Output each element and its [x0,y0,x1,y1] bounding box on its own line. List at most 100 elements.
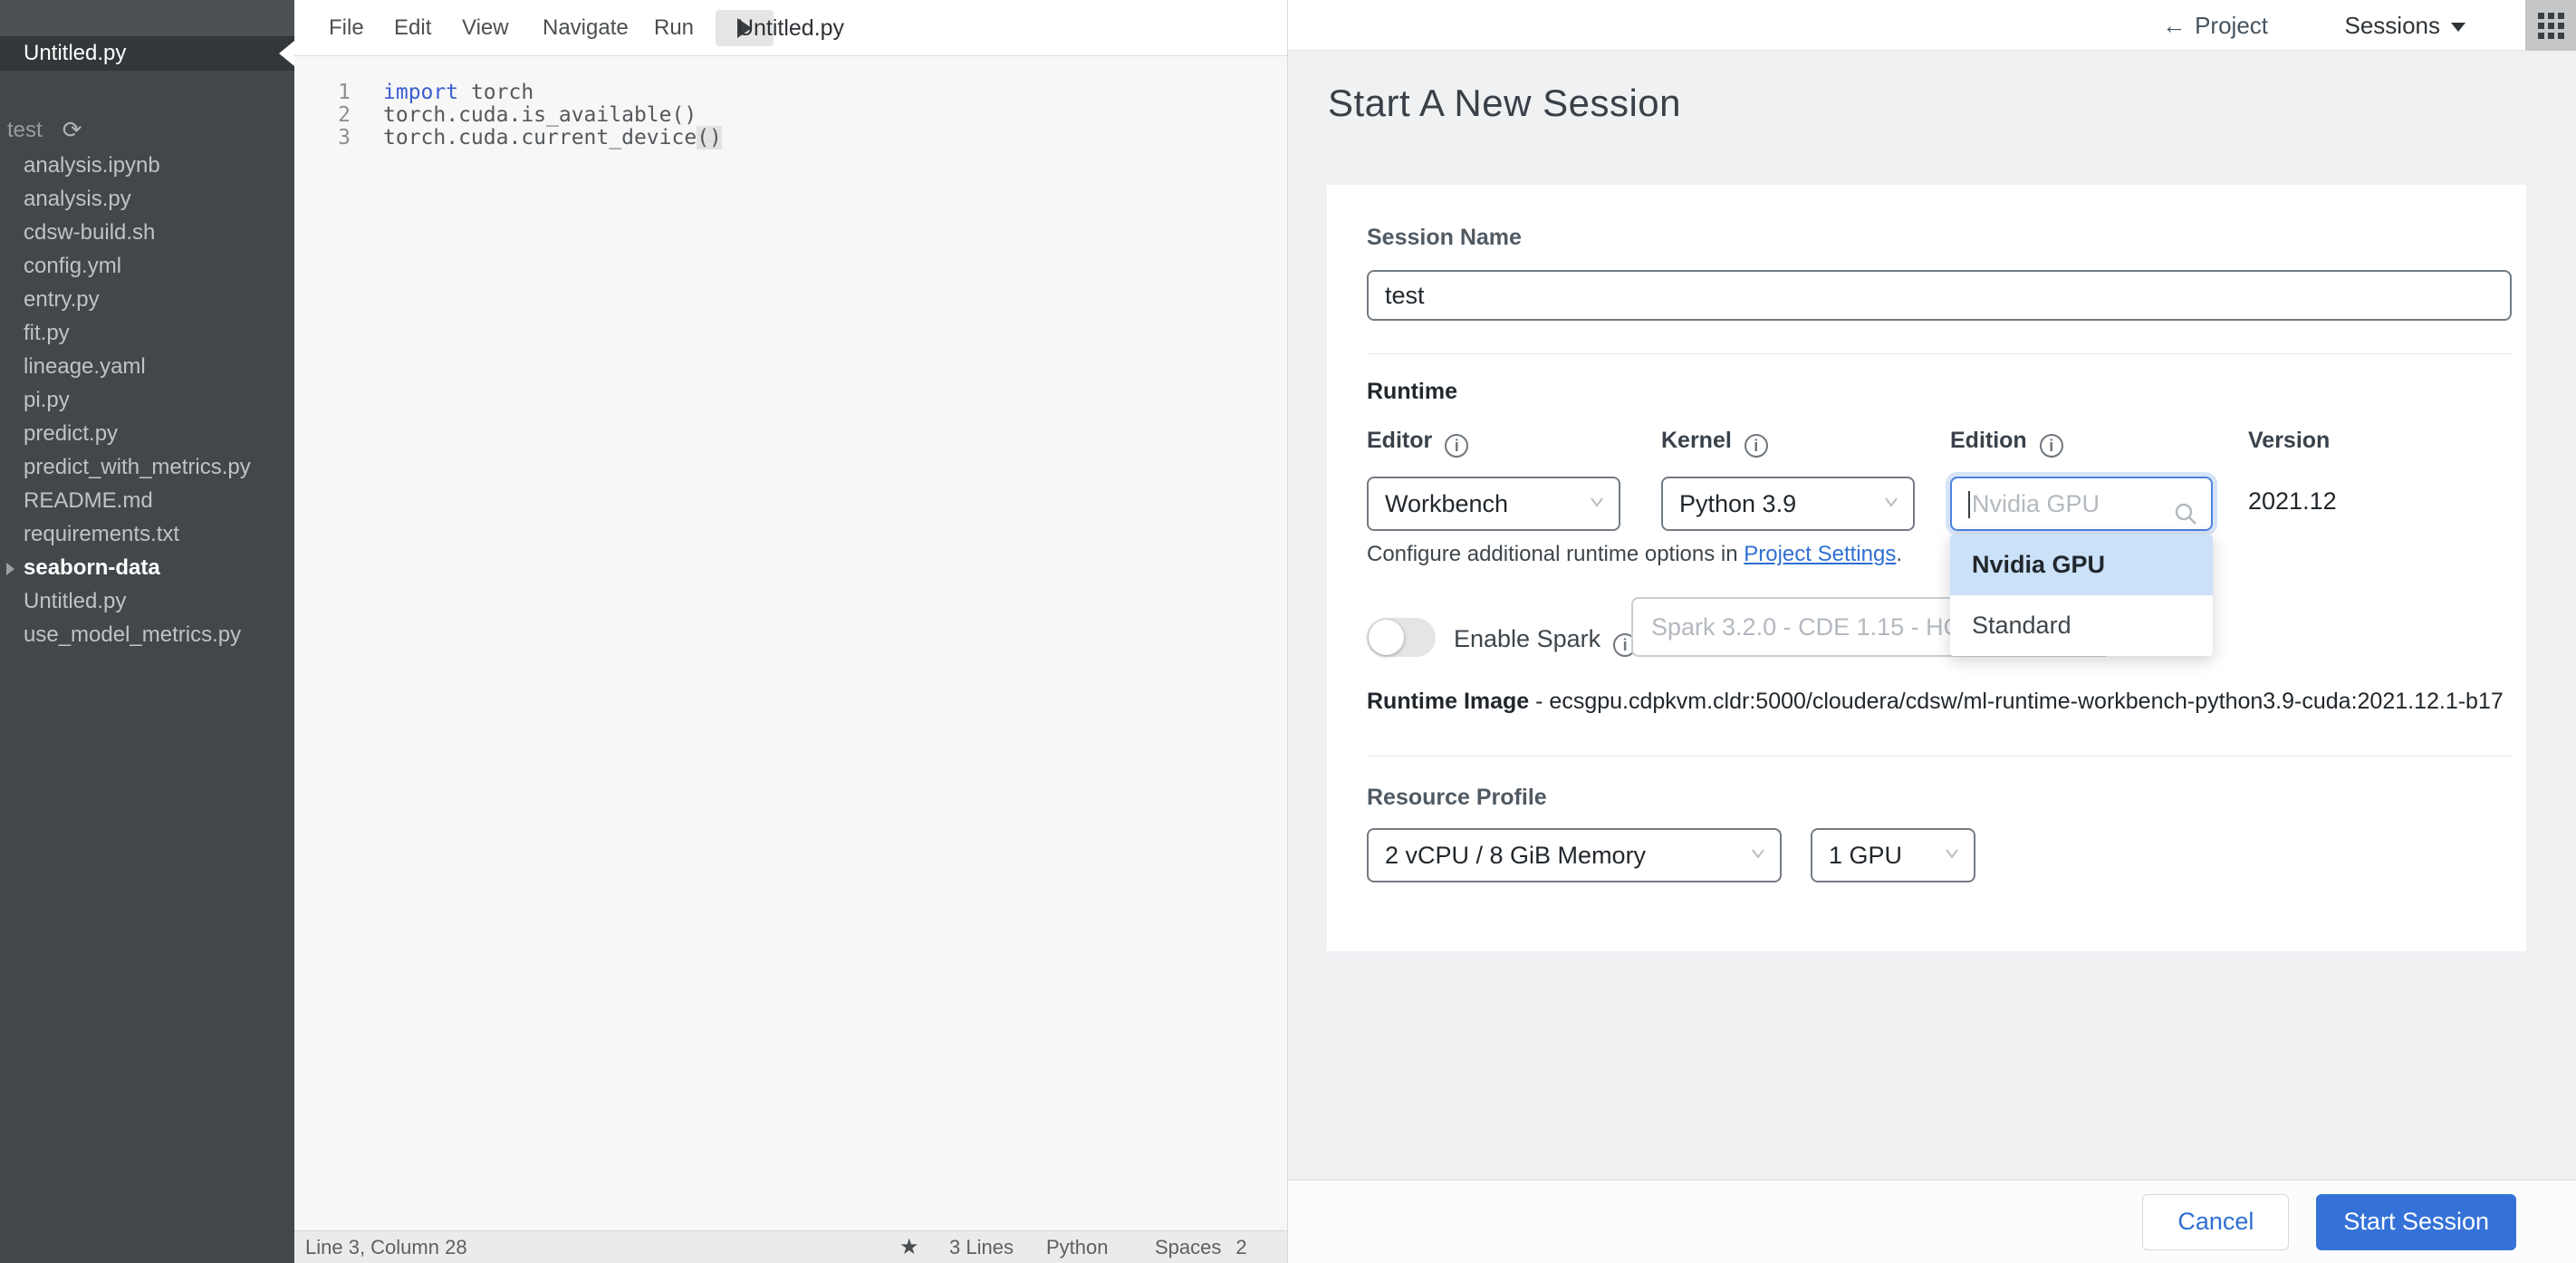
code-area[interactable]: 1 import torch 2 torch.cuda.is_available() 3… [294,56,1287,149]
open-file-tab[interactable]: Untitled.py [0,36,294,71]
refresh-icon[interactable]: ⟳ [62,116,82,144]
chevron-down-icon [1945,846,1959,861]
file-list: analysis.ipynb analysis.py cdsw-build.sh co… [0,149,294,651]
sidebar-collapse-arrow-icon[interactable] [279,41,294,66]
menu-view[interactable]: View [462,0,509,56]
menu-file[interactable]: File [329,0,364,56]
file-name: requirements.txt [24,522,180,546]
file-list-item[interactable]: lineage.yaml [0,350,294,383]
menu-navigate[interactable]: Navigate [543,0,629,56]
file-list-item[interactable]: cdsw-build.sh [0,216,294,249]
file-name: cdsw-build.sh [24,220,156,245]
editor-label: Editor i [1367,428,1469,458]
file-name: analysis.py [24,187,131,211]
info-icon[interactable]: i [1744,434,1768,458]
spaces-label: Spaces [1155,1236,1222,1258]
file-name: analysis.ipynb [24,153,160,178]
code-line[interactable]: 3 torch.cuda.current_device() [294,126,1287,149]
file-list-item[interactable]: predict.py [0,417,294,450]
divider [1367,353,2512,354]
file-list-item[interactable]: pi.py [0,383,294,417]
code-line[interactable]: 2 torch.cuda.is_available() [294,104,1287,127]
kernel-select-value: Python 3.9 [1679,490,1797,517]
menu-edit[interactable]: Edit [394,0,431,56]
runtime-section-label: Runtime [1367,379,1457,404]
editor-select-value: Workbench [1385,490,1509,517]
file-name: fit.py [24,321,70,345]
chevron-down-icon [1884,495,1898,509]
project-name: test [7,117,43,142]
session-panel: ← Project Sessions Start A New Session Se… [1287,0,2576,1263]
file-list-item[interactable]: entry.py [0,283,294,316]
file-name: pi.py [24,388,70,412]
edition-dropdown-menu: Nvidia GPU Standard [1950,535,2213,656]
session-name-input[interactable] [1367,270,2512,321]
back-arrow-icon: ← [2162,12,2187,39]
file-list-item[interactable]: config.yml [0,249,294,283]
runtime-image-line: Runtime Image - ecsgpu.cdpkvm.cldr:5000/… [1367,689,2504,715]
app-grid-button[interactable] [2525,0,2576,51]
sidebar-top-band [0,0,294,36]
cancel-button[interactable]: Cancel [2142,1193,2290,1250]
info-icon[interactable]: i [2039,434,2063,458]
file-list-item[interactable]: requirements.txt [0,517,294,551]
file-list-folder[interactable]: seaborn-data [0,551,294,584]
configure-text: Configure additional runtime options in [1367,542,1745,566]
code-token: torch.cuda.current_device [383,126,697,149]
line-number: 3 [338,126,351,149]
edition-combobox[interactable]: Nvidia GPU [1950,477,2213,531]
file-name: entry.py [24,287,100,312]
code-token: import [383,81,459,104]
runtime-image-label: Runtime Image [1367,689,1530,714]
folder-expand-arrow-icon[interactable] [6,563,14,575]
code-line[interactable]: 1 import torch [294,82,1287,104]
file-list-item[interactable]: analysis.ipynb [0,149,294,182]
line-number: 2 [338,103,351,127]
back-to-project-link[interactable]: ← Project [2162,0,2268,51]
editor-menubar: Untitled.py File Edit View Navigate Run [294,0,1287,56]
status-language[interactable]: Python [1046,1231,1109,1263]
file-list-item[interactable]: predict_with_metrics.py [0,450,294,484]
chevron-down-icon [1590,495,1604,509]
editor-label-text: Editor [1367,428,1433,453]
file-list-item[interactable]: analysis.py [0,182,294,216]
edition-option-nvidia-gpu[interactable]: Nvidia GPU [1950,535,2213,595]
file-list-item[interactable]: Untitled.py [0,584,294,618]
project-settings-link[interactable]: Project Settings [1744,542,1896,566]
resource-profile-select[interactable]: 2 vCPU / 8 GiB Memory [1367,828,1782,882]
resource-profile-label: Resource Profile [1367,785,1547,810]
info-icon[interactable]: i [1445,434,1469,458]
version-value: 2021.12 [2248,487,2337,515]
gpu-select[interactable]: 1 GPU [1811,828,1975,882]
sessions-label: Sessions [2344,12,2441,39]
enable-spark-toggle[interactable] [1367,618,1436,657]
file-name: use_model_metrics.py [24,622,242,647]
sessions-dropdown[interactable]: Sessions [2344,0,2465,51]
page-title: Start A New Session [1328,82,1682,124]
file-name: seaborn-data [24,555,160,580]
text-cursor [1968,491,1970,518]
edition-label-text: Edition [1950,428,2027,453]
form-footer: Cancel Start Session [1288,1180,2576,1263]
resource-profile-value: 2 vCPU / 8 GiB Memory [1385,842,1647,869]
edition-option-standard[interactable]: Standard [1950,595,2213,656]
start-session-button[interactable]: Start Session [2316,1193,2516,1250]
status-line-count: 3 Lines [949,1236,1014,1258]
star-icon[interactable]: ★ [899,1231,919,1263]
kernel-select[interactable]: Python 3.9 [1661,477,1915,531]
file-list-item[interactable]: use_model_metrics.py [0,618,294,651]
file-name: README.md [24,488,153,513]
file-list-item[interactable]: fit.py [0,316,294,350]
divider [1367,756,2512,757]
spaces-value: 2 [1235,1236,1247,1258]
line-number: 1 [338,81,351,104]
menu-run[interactable]: Run [654,0,694,56]
enable-spark-label: Enable Spark i [1454,625,1638,657]
editor-select[interactable]: Workbench [1367,477,1620,531]
kernel-label-text: Kernel [1661,428,1732,453]
status-indentation[interactable]: Spaces 2 [1140,1231,1247,1263]
configure-period: . [1896,542,1903,566]
file-list-item[interactable]: README.md [0,484,294,517]
kernel-label: Kernel i [1661,428,1768,458]
gpu-select-value: 1 GPU [1829,842,1903,869]
